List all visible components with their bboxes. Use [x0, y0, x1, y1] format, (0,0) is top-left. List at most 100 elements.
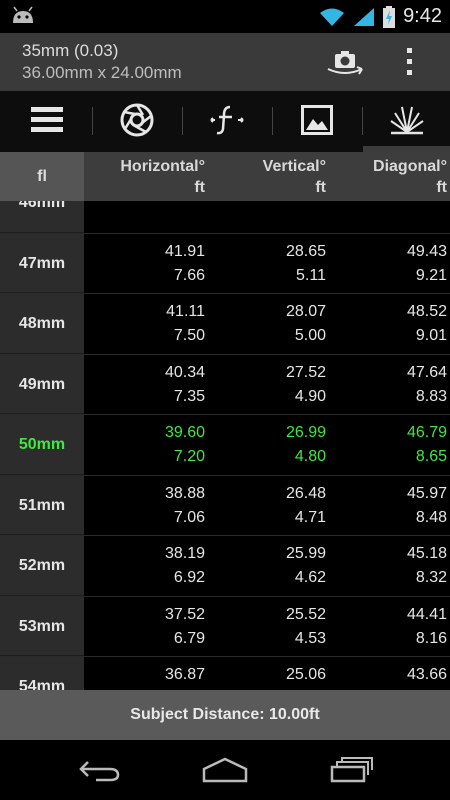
vertical-degrees: 28.07: [285, 303, 326, 320]
wifi-icon: [320, 8, 345, 26]
horizontal-cell: 41.91 7.66: [165, 240, 205, 288]
horizontal-cell: 38.88 7.06: [165, 482, 205, 530]
table-row[interactable]: 52mm 38.19 6.92 25.99 4.62 45.18 8.32: [0, 536, 450, 597]
diagonal-cell: 49.43 9.21: [407, 240, 447, 288]
vertical-degrees: 26.48: [285, 484, 326, 502]
overflow-menu-icon[interactable]: [406, 48, 414, 76]
diagonal-cell: 45.97 8.48: [407, 482, 447, 530]
menu-icon: [31, 107, 63, 132]
diagonal-cell: 45.18 8.32: [407, 542, 447, 590]
vertical-feet: 5.22: [295, 201, 326, 203]
vertical-feet: 5.00: [294, 327, 326, 344]
diagonal-degrees: 45.18: [406, 545, 447, 562]
horizontal-degrees: 38.88: [164, 484, 205, 502]
table-row[interactable]: 53mm 37.52 6.79 25.52 4.53 44.41 8.16: [0, 596, 450, 657]
focal-length-cell: 49mm: [0, 354, 84, 414]
vertical-cell: 26.99 4.80: [286, 421, 326, 469]
vertical-cell: 28.07 5.00: [286, 300, 326, 348]
diagonal-degrees: 49.43: [406, 242, 447, 260]
vertical-cell: 5.22: [295, 201, 326, 203]
tab-image[interactable]: [272, 91, 362, 149]
diagonal-cell: 47.64 8.83: [407, 361, 447, 409]
focal-length-cell: 51mm: [0, 475, 84, 535]
focal-length-cell: 47mm: [0, 233, 84, 293]
horizontal-cell: 36.87: [165, 663, 205, 687]
f-number-icon: [210, 105, 244, 135]
focal-length-table[interactable]: 46mm 7.83 5.22 9.41 47mm 41.91 7.66 28.65 5.11 49…: [0, 201, 450, 690]
image-icon: [301, 105, 333, 135]
focal-length-cell: 52mm: [0, 536, 84, 596]
vertical-degrees: 25.06: [285, 666, 326, 683]
horizontal-feet: 6.92: [173, 569, 205, 586]
diagonal-cell: 44.41 8.16: [407, 603, 447, 651]
table-row[interactable]: 50mm 39.60 7.20 26.99 4.80 46.79 8.65: [0, 415, 450, 476]
aperture-icon: [120, 103, 154, 137]
vertical-feet: 5.11: [296, 266, 326, 284]
header-vertical: Vertical° ft: [262, 158, 326, 196]
vertical-feet: 4.80: [294, 448, 326, 465]
vertical-cell: 25.99 4.62: [286, 542, 326, 590]
diagonal-cell: 48.52 9.01: [407, 300, 447, 348]
focal-length-cell: 54mm: [0, 657, 84, 690]
vertical-feet: 4.71: [294, 508, 326, 526]
horizontal-cell: 38.19 6.92: [165, 542, 205, 590]
tab-menu[interactable]: [2, 91, 92, 149]
vertical-feet: 4.62: [294, 569, 326, 586]
tab-f-number[interactable]: [182, 91, 272, 149]
diagonal-feet: 8.65: [415, 448, 447, 465]
vertical-cell: 26.48 4.71: [286, 482, 326, 530]
page-subtitle[interactable]: 36.00mm x 24.00mm: [22, 63, 182, 83]
android-icon: [13, 6, 33, 23]
home-icon: [202, 757, 248, 783]
diagonal-feet: 9.01: [415, 327, 447, 344]
horizontal-degrees: 41.11: [166, 303, 205, 320]
table-row[interactable]: 49mm 40.34 7.35 27.52 4.90 47.64 8.83: [0, 354, 450, 415]
diagonal-degrees: 47.64: [406, 363, 447, 381]
vertical-degrees: 27.52: [285, 363, 326, 381]
vertical-cell: 28.65 5.11: [286, 240, 326, 288]
status-bar: 9:42: [0, 0, 450, 33]
vertical-feet: 4.53: [294, 629, 326, 647]
switch-camera-icon[interactable]: [326, 47, 364, 77]
horizontal-degrees: 38.19: [164, 545, 205, 562]
vertical-cell: 25.52 4.53: [286, 603, 326, 651]
diagonal-feet: 9.21: [415, 266, 447, 284]
vertical-degrees: 28.65: [285, 242, 326, 260]
vertical-degrees: 25.52: [285, 605, 326, 623]
header-horizontal: Horizontal° ft: [120, 158, 205, 196]
diagonal-feet: 8.48: [415, 508, 447, 526]
tab-angle-of-view[interactable]: [362, 91, 450, 149]
table-row[interactable]: 47mm 41.91 7.66 28.65 5.11 49.43 9.21: [0, 233, 450, 294]
table-row[interactable]: 51mm 38.88 7.06 26.48 4.71 45.97 8.48: [0, 475, 450, 536]
diagonal-feet: 8.83: [415, 387, 447, 405]
subject-distance-bar[interactable]: Subject Distance: 10.00ft: [0, 690, 450, 740]
table-row[interactable]: 46mm 7.83 5.22 9.41: [0, 201, 450, 234]
home-button[interactable]: [195, 752, 255, 788]
focal-length-cell: 46mm: [0, 201, 84, 233]
vertical-cell: 27.52 4.90: [286, 361, 326, 409]
diagonal-feet: 9.41: [416, 201, 447, 203]
signal-icon: [354, 7, 375, 26]
table-row[interactable]: 54mm 36.87 25.06 43.66: [0, 657, 450, 690]
horizontal-cell: 39.60 7.20: [165, 421, 205, 469]
horizontal-cell: 7.83: [174, 201, 205, 203]
vertical-degrees: 26.99: [285, 424, 326, 441]
header-fl: fl: [0, 152, 84, 201]
focal-length-cell: 48mm: [0, 294, 84, 354]
horizontal-cell: 40.34 7.35: [165, 361, 205, 409]
header-diagonal: Diagonal° ft: [373, 158, 447, 196]
column-header: fl Horizontal° ft Vertical° ft Diagonal° ft: [0, 152, 450, 201]
horizontal-feet: 7.83: [174, 201, 205, 203]
recent-apps-button[interactable]: [322, 752, 382, 788]
diagonal-degrees: 44.41: [406, 605, 447, 623]
diagonal-feet: 8.16: [415, 629, 447, 647]
tab-aperture[interactable]: [92, 91, 182, 149]
horizontal-feet: 7.66: [173, 266, 205, 284]
vertical-feet: 4.90: [294, 387, 326, 405]
horizontal-degrees: 40.34: [164, 363, 205, 381]
horizontal-degrees: 39.60: [164, 424, 205, 441]
action-bar: 35mm (0.03) 36.00mm x 24.00mm: [0, 33, 450, 91]
back-button[interactable]: [70, 752, 130, 788]
page-title[interactable]: 35mm (0.03): [22, 41, 118, 61]
table-row[interactable]: 48mm 41.11 7.50 28.07 5.00 48.52 9.01: [0, 294, 450, 355]
